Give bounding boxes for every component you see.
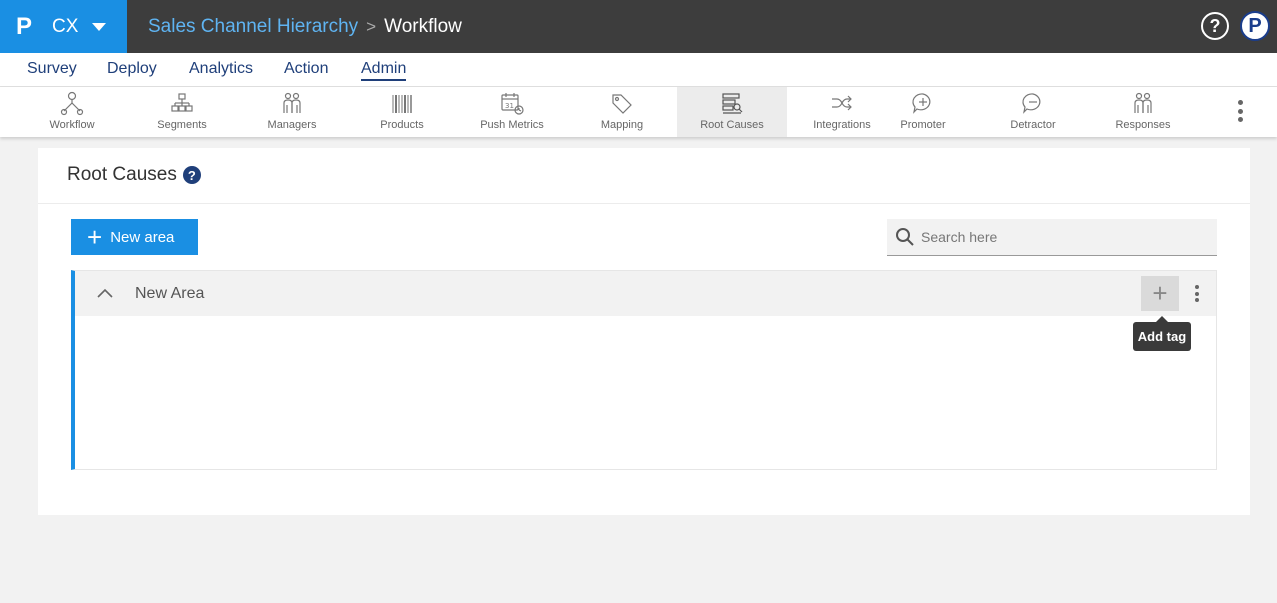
page-title-text: Root Causes bbox=[67, 164, 177, 185]
subnav-label: Detractor bbox=[1010, 119, 1056, 131]
chat-minus-icon bbox=[1022, 93, 1041, 114]
breadcrumb-separator-icon: > bbox=[366, 16, 377, 36]
nav-analytics[interactable]: Analytics bbox=[189, 60, 253, 78]
subnav-label: Products bbox=[380, 119, 424, 131]
product-name: CX bbox=[52, 15, 79, 37]
breadcrumb-parent[interactable]: Sales Channel Hierarchy bbox=[148, 16, 358, 38]
tag-icon bbox=[612, 94, 632, 114]
subnav-products[interactable]: Products bbox=[347, 87, 457, 137]
plus-icon: + bbox=[87, 222, 103, 252]
nav-deploy[interactable]: Deploy bbox=[107, 60, 157, 78]
subnav-managers[interactable]: Managers bbox=[237, 87, 347, 137]
more-menu-icon[interactable] bbox=[1238, 100, 1243, 122]
nav-survey[interactable]: Survey bbox=[27, 60, 77, 78]
nav-admin[interactable]: Admin bbox=[361, 60, 407, 81]
barcode-icon bbox=[392, 95, 412, 113]
subnav-label: Managers bbox=[267, 119, 317, 131]
subnav-workflow[interactable]: Workflow bbox=[17, 87, 127, 137]
subnav-label: Workflow bbox=[49, 119, 95, 131]
root-causes-card: Root Causes ? + New area New Area + Add … bbox=[38, 148, 1250, 515]
root-causes-icon bbox=[722, 93, 743, 114]
chevron-up-icon[interactable] bbox=[95, 283, 115, 303]
managers-icon bbox=[283, 92, 301, 113]
divider bbox=[38, 203, 1250, 204]
new-area-button[interactable]: + New area bbox=[71, 219, 198, 255]
subnav-label: Responses bbox=[1115, 119, 1171, 131]
help-icon[interactable]: ? bbox=[182, 166, 201, 184]
people-icon bbox=[1134, 92, 1152, 113]
new-area-label: New area bbox=[110, 228, 175, 246]
area-panel: New Area + bbox=[71, 270, 1217, 470]
subnav-label: Mapping bbox=[600, 119, 644, 131]
subnav-label: Root Causes bbox=[700, 119, 764, 131]
product-switcher[interactable]: P CX bbox=[0, 0, 127, 53]
subnav-label: Segments bbox=[157, 119, 207, 131]
subnav-detractor[interactable]: Detractor bbox=[978, 87, 1088, 137]
admin-subnav: Workflow Segments Managers Products 31 P… bbox=[0, 87, 1277, 137]
subnav-mapping[interactable]: Mapping bbox=[567, 87, 677, 137]
caret-down-icon bbox=[92, 22, 107, 31]
add-tag-tooltip: Add tag bbox=[1133, 316, 1191, 351]
area-header: New Area + bbox=[75, 271, 1216, 316]
segments-icon bbox=[171, 93, 193, 112]
area-menu-icon[interactable] bbox=[1195, 285, 1199, 302]
subnav-root-causes[interactable]: Root Causes bbox=[677, 87, 787, 137]
page-title: Root Causes ? bbox=[67, 164, 201, 186]
top-bar: P CX Sales Channel Hierarchy > Workflow … bbox=[0, 0, 1277, 53]
subnav-push-metrics[interactable]: 31 Push Metrics bbox=[457, 87, 567, 137]
breadcrumb: Sales Channel Hierarchy > Workflow bbox=[148, 0, 462, 53]
main-nav: Survey Deploy Analytics Action Admin bbox=[0, 53, 1277, 87]
svg-text:31: 31 bbox=[505, 102, 514, 110]
subnav-label: Integrations bbox=[813, 119, 871, 131]
shuffle-icon bbox=[832, 95, 852, 111]
area-name: New Area bbox=[135, 285, 205, 302]
add-tag-button[interactable]: + bbox=[1141, 276, 1179, 311]
subnav-responses[interactable]: Responses bbox=[1088, 87, 1198, 137]
search-icon bbox=[896, 228, 914, 246]
subnav-label: Push Metrics bbox=[480, 119, 544, 131]
brand-logo: P bbox=[16, 12, 33, 40]
nav-action[interactable]: Action bbox=[284, 60, 328, 78]
calendar-icon: 31 bbox=[501, 93, 524, 115]
search-input[interactable] bbox=[921, 229, 1201, 245]
user-avatar[interactable]: P bbox=[1240, 11, 1270, 41]
subnav-label: Promoter bbox=[900, 119, 946, 131]
chat-plus-icon bbox=[912, 93, 931, 114]
subnav-segments[interactable]: Segments bbox=[127, 87, 237, 137]
help-icon[interactable]: ? bbox=[1201, 12, 1229, 40]
workflow-icon bbox=[60, 91, 84, 116]
breadcrumb-current: Workflow bbox=[384, 15, 462, 37]
plus-icon: + bbox=[1152, 278, 1168, 308]
search-box bbox=[887, 219, 1217, 256]
subnav-promoter[interactable]: Promoter bbox=[868, 87, 978, 137]
